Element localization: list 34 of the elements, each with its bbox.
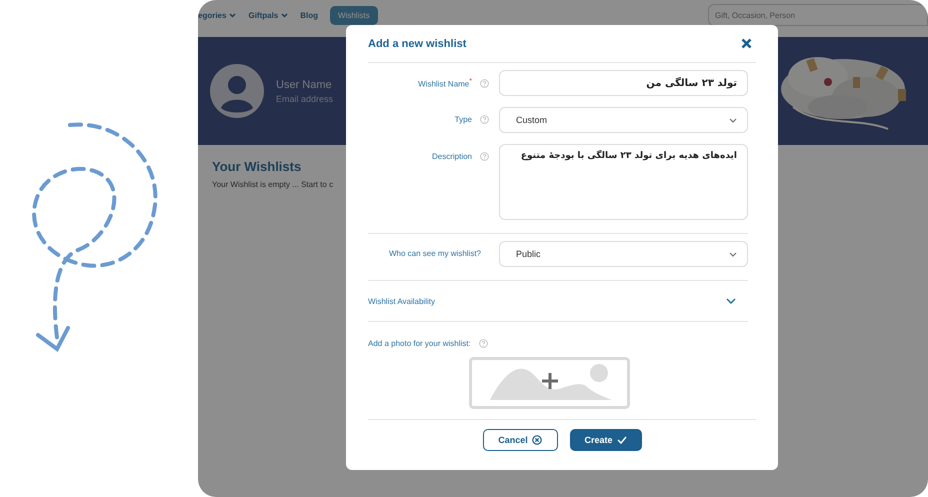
close-circle-icon (532, 435, 542, 445)
search-field[interactable]: Gift, Occasion, Person (708, 4, 928, 26)
availability-toggle[interactable]: Wishlist Availability (368, 281, 756, 321)
chevron-icon[interactable] (729, 118, 737, 122)
description-field[interactable]: ایده‌های هدیه برای تولد ۲۳ سالگی با بودجهٔ متنوع (499, 144, 748, 220)
nav-link[interactable]: egories (198, 10, 236, 20)
cancel-button[interactable]: Cancel (482, 429, 558, 451)
section-title: Your Wishlists (212, 159, 302, 174)
empty-message: Your Wishlist is empty ... Start to c (212, 180, 334, 189)
help-icon[interactable] (480, 152, 489, 161)
check-icon (616, 436, 626, 444)
caret-icon[interactable] (281, 12, 288, 18)
field-label: Type (454, 115, 472, 124)
dropdown-field[interactable]: Public (499, 241, 748, 267)
chevron-icon[interactable] (729, 252, 737, 256)
help-icon[interactable] (478, 339, 488, 348)
field-label: Who can see my wishlist? (388, 249, 481, 258)
avatar-icon (210, 64, 264, 118)
chevron-icon[interactable] (726, 298, 736, 304)
field-label: Wishlist Name$^{*}$ (418, 78, 472, 89)
create-button[interactable]: Create (570, 429, 642, 451)
dialog-title: Add a new wishlist (368, 38, 466, 50)
help-icon[interactable] (480, 78, 489, 88)
user-email: Email address (276, 94, 334, 104)
nav-link[interactable]: Blog (300, 10, 318, 20)
photo-label: Add a photo for your wishlist: (368, 339, 471, 348)
dropdown-field[interactable]: Custom (499, 107, 748, 133)
nav-link[interactable]: Giftpals (248, 10, 288, 20)
user-name: User Name (276, 78, 333, 90)
field-label: Description (432, 152, 472, 161)
close-icon[interactable] (741, 38, 752, 49)
caret-icon[interactable] (229, 12, 236, 18)
wishlist-name-field[interactable]: تولد ۲۳ سالگی من (499, 70, 748, 96)
help-icon[interactable] (480, 115, 489, 124)
